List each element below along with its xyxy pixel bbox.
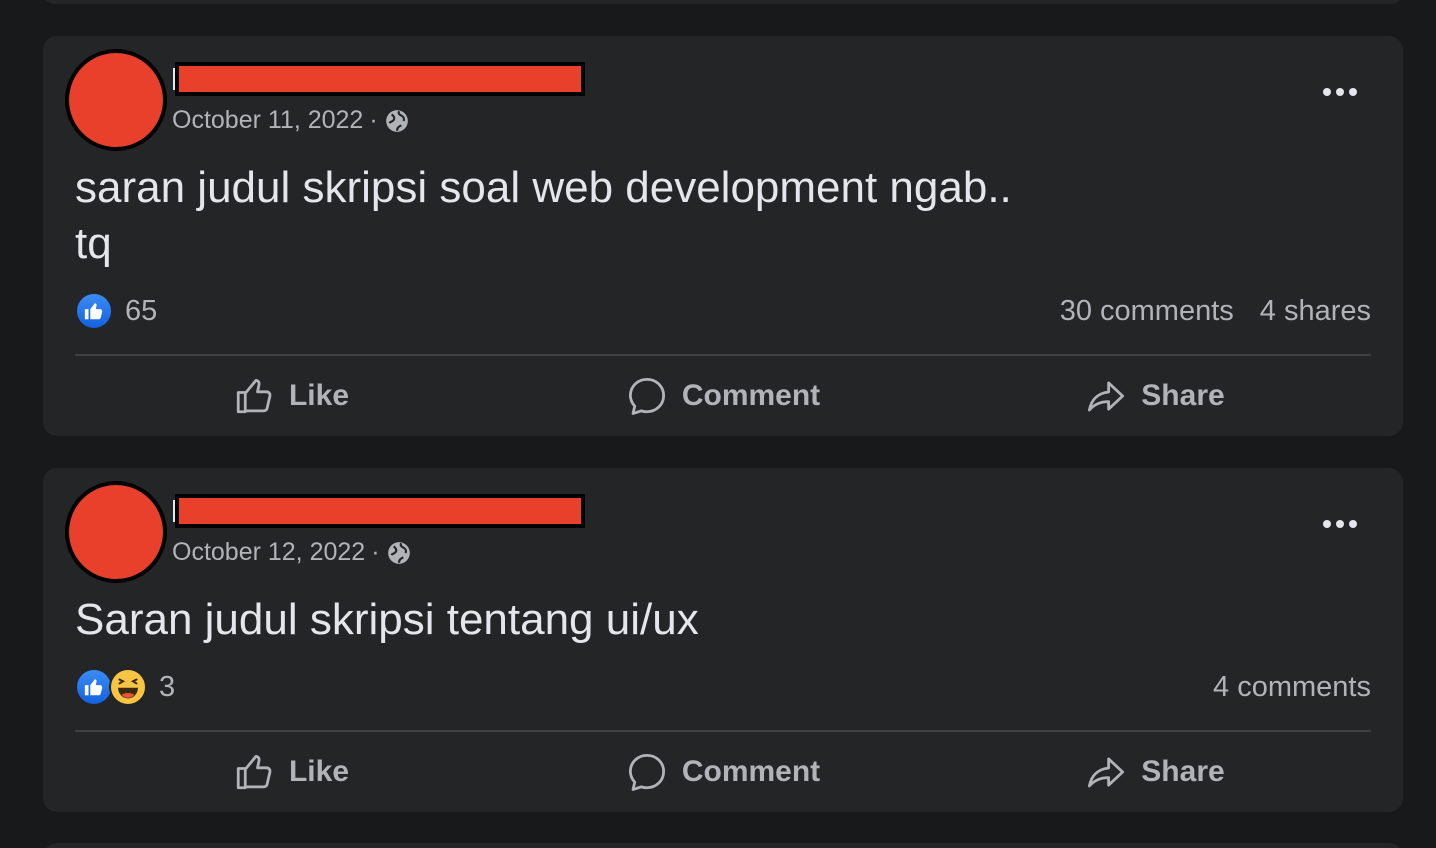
comment-label: Comment: [681, 755, 821, 788]
next-post-card: [43, 843, 1403, 848]
post-date[interactable]: October 11, 2022: [172, 106, 363, 135]
post-text: saran judul skripsi soal web development…: [75, 163, 1012, 268]
like-button[interactable]: Like: [75, 361, 507, 431]
post-stats: 3 4 comments: [75, 668, 1371, 706]
comment-label: Comment: [681, 379, 821, 412]
divider: [75, 730, 1371, 732]
share-arrow-icon: [1088, 381, 1125, 412]
post-card: October 12, 2022 · Saran judul skripsi t…: [43, 468, 1403, 812]
comment-button[interactable]: Comment: [507, 737, 939, 807]
comments-count-link[interactable]: 4 comments: [1213, 671, 1371, 704]
post-actions: Like Comment Share: [75, 737, 1371, 807]
like-reaction-icon: [75, 668, 113, 706]
comments-count-link[interactable]: 30 comments: [1060, 295, 1234, 328]
shares-count-link[interactable]: 4 shares: [1260, 295, 1371, 328]
thumbs-up-icon: [236, 755, 272, 790]
like-label: Like: [288, 379, 350, 412]
haha-reaction-icon: [109, 668, 147, 706]
post-meta: October 11, 2022 ·: [172, 106, 410, 135]
post-meta: October 12, 2022 ·: [172, 538, 412, 567]
share-label: Share: [1141, 379, 1225, 412]
globe-icon: [387, 541, 410, 564]
speech-bubble-icon: [628, 377, 665, 415]
reactions-summary[interactable]: 3: [75, 668, 175, 706]
reaction-count: 3: [159, 670, 176, 703]
thumbs-up-icon: [236, 379, 272, 414]
avatar[interactable]: [65, 481, 167, 583]
like-reaction-icon: [75, 292, 113, 330]
like-label: Like: [288, 755, 350, 788]
post-stats: 65 30 comments 4 shares: [75, 292, 1371, 330]
reaction-count: 65: [125, 294, 158, 327]
speech-bubble-icon: [628, 753, 665, 791]
share-arrow-icon: [1088, 757, 1125, 788]
more-options-icon[interactable]: [1323, 520, 1357, 528]
post-text: Saran judul skripsi tentang ui/ux: [75, 595, 699, 644]
reactions-summary[interactable]: 65: [75, 292, 157, 330]
avatar[interactable]: [65, 49, 167, 151]
post-date[interactable]: October 12, 2022: [172, 538, 365, 567]
post-actions: Like Comment Share: [75, 361, 1371, 431]
comment-button[interactable]: Comment: [507, 361, 939, 431]
share-button[interactable]: Share: [939, 361, 1371, 431]
author-name-redacted[interactable]: [175, 494, 585, 528]
meta-separator: ·: [369, 106, 378, 134]
author-name-redacted[interactable]: [175, 62, 585, 96]
previous-post-card: [43, 0, 1403, 4]
share-button[interactable]: Share: [939, 737, 1371, 807]
like-button[interactable]: Like: [75, 737, 507, 807]
news-feed: October 11, 2022 · saran judul skripsi s…: [0, 0, 1436, 848]
share-label: Share: [1141, 755, 1225, 788]
divider: [75, 354, 1371, 356]
meta-separator: ·: [371, 538, 380, 566]
post-card: October 11, 2022 · saran judul skripsi s…: [43, 36, 1403, 436]
globe-icon: [385, 109, 408, 132]
more-options-icon[interactable]: [1323, 88, 1357, 96]
